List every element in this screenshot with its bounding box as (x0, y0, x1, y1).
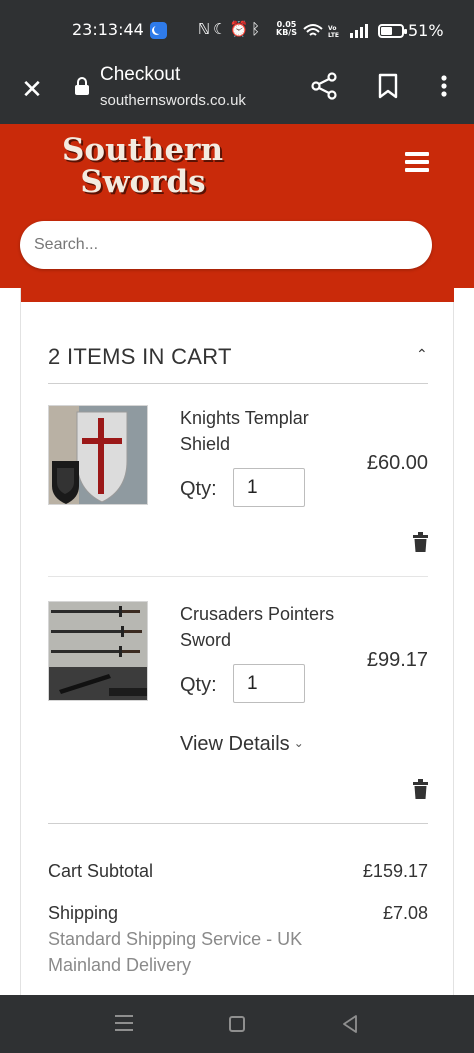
item-price: £60.00 (366, 452, 428, 474)
chevron-up-icon[interactable]: ⌃ (416, 346, 428, 363)
trash-icon[interactable] (413, 532, 428, 552)
logo-line-1: Southern (62, 132, 224, 168)
view-details-label: View Details (180, 733, 290, 755)
item-price: £99.17 (366, 649, 428, 671)
shipping-value: £7.08 (382, 903, 428, 923)
browser-toolbar: ✕ Checkout southernswords.co.uk (0, 62, 474, 124)
view-details-link[interactable]: View Details ⌄ (180, 733, 304, 756)
quantity-input[interactable] (233, 468, 305, 507)
qty-label: Qty: (180, 674, 217, 696)
shipping-label: Shipping (48, 903, 119, 923)
wifi-icon (303, 24, 323, 36)
checkout-content: 2 ITEMS IN CART ⌃ Knights Templar Shield… (0, 288, 474, 995)
nfc-icon: ℕ (198, 20, 214, 38)
system-nav-bar (0, 995, 474, 1053)
network-speed: 0.05 KB/S (276, 21, 297, 37)
item-image-sword[interactable] (48, 601, 148, 701)
logo-line-2: Swords (80, 164, 206, 200)
site-header: Southern Swords (0, 124, 474, 288)
search-input[interactable] (34, 221, 414, 269)
net-speed-unit: KB/S (276, 28, 297, 37)
back-icon[interactable] (341, 1014, 359, 1034)
volte-icon: Vo LTE (328, 25, 339, 39)
bluetooth-icon: ᛒ (251, 20, 264, 38)
chevron-down-icon: ⌄ (293, 736, 304, 750)
cart-panel: 2 ITEMS IN CART ⌃ Knights Templar Shield… (20, 288, 454, 995)
trash-icon[interactable] (413, 779, 428, 799)
status-time: 23:13:44 (72, 20, 144, 39)
home-icon[interactable] (229, 1016, 245, 1032)
item-image-shield[interactable] (48, 405, 148, 505)
share-icon[interactable] (308, 70, 340, 102)
panel-accent-bar (21, 288, 454, 302)
dnd-moon-icon (150, 22, 167, 39)
connectivity-icons: Vo LTE (303, 24, 368, 39)
status-icons: ℕ☾⏰ᛒ (198, 20, 263, 38)
status-bar: 23:13:44 ℕ☾⏰ᛒ 0.05 KB/S Vo LTE 51% (0, 0, 474, 62)
svg-text:LTE: LTE (328, 32, 339, 39)
lock-icon (75, 77, 89, 95)
search-box (20, 221, 432, 269)
divider (48, 383, 428, 384)
moon-icon: ☾ (213, 20, 230, 38)
svg-text:Vo: Vo (328, 25, 336, 32)
subtotal-label: Cart Subtotal (48, 861, 154, 881)
signal-icon (350, 24, 368, 38)
close-icon[interactable]: ✕ (16, 73, 48, 105)
cart-heading[interactable]: 2 ITEMS IN CART (48, 344, 232, 370)
divider (48, 823, 428, 824)
alarm-icon: ⏰ (229, 20, 252, 38)
battery-icon (378, 24, 407, 38)
hamburger-menu-icon[interactable] (405, 152, 431, 174)
bookmark-icon[interactable] (372, 70, 404, 102)
qty-label: Qty: (180, 478, 217, 500)
item-name[interactable]: Crusaders Pointers Sword (180, 601, 350, 653)
page-url[interactable]: southernswords.co.uk (100, 92, 246, 109)
battery-percentage: 51% (408, 21, 444, 40)
site-logo[interactable]: Southern Swords (62, 132, 224, 214)
divider (48, 576, 428, 577)
shipping-method: Standard Shipping Service - UK Mainland … (48, 929, 303, 975)
page-title: Checkout (100, 64, 181, 85)
recent-apps-icon[interactable] (115, 1015, 133, 1031)
subtotal-value: £159.17 (362, 861, 428, 881)
quantity-input[interactable] (233, 664, 305, 703)
more-vertical-icon[interactable] (430, 70, 458, 102)
item-name[interactable]: Knights Templar Shield (180, 405, 350, 457)
